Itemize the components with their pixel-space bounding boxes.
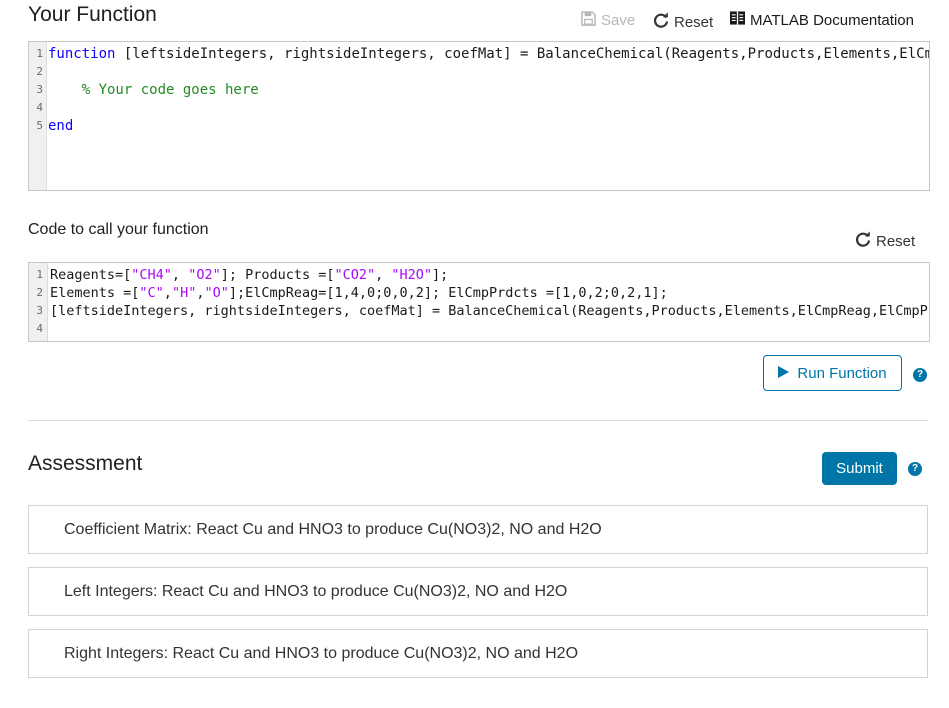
section-divider — [28, 420, 928, 421]
code-line: 3 [leftsideIntegers, rightsideIntegers, c… — [29, 302, 929, 320]
code-string: "CO2" — [334, 267, 376, 283]
code-token: Reagents=[ — [50, 267, 132, 283]
code-line: 2 — [29, 63, 929, 81]
test-label: Right Integers: React Cu and HNO3 to pro… — [64, 644, 579, 662]
test-label: Coefficient Matrix: React Cu and HNO3 to… — [64, 520, 602, 538]
code-line: 1 function [leftsideIntegers, rightsideIn… — [29, 45, 929, 63]
code-keyword: end — [48, 118, 74, 134]
function-reset-button[interactable]: Reset — [653, 12, 713, 32]
documentation-label: MATLAB Documentation — [750, 11, 914, 29]
call-code-lines: 1 Reagents=["CH4", "O2"]; Products =["CO2… — [29, 266, 929, 338]
code-token: , — [171, 267, 189, 283]
line-number: 4 — [36, 322, 43, 335]
code-keyword: function — [48, 46, 116, 62]
code-token: , — [375, 267, 392, 283]
code-text: function [leftsideIntegers, rightsideInt… — [48, 45, 930, 63]
assessment-title: Assessment — [28, 452, 143, 475]
line-number: 4 — [36, 101, 43, 114]
code-token: Elements =[ — [50, 285, 140, 301]
call-section-title: Code to call your function — [28, 221, 209, 238]
code-comment: % Your code goes here — [81, 82, 259, 98]
play-icon — [778, 365, 790, 382]
code-string: "CH4" — [131, 267, 172, 283]
function-code-editor[interactable]: 1 function [leftsideIntegers, rightsideIn… — [28, 41, 930, 191]
code-line: 3 % Your code goes here — [29, 81, 929, 99]
function-section-title: Your Function — [28, 3, 157, 26]
test-label: Left Integers: React Cu and HNO3 to prod… — [64, 582, 568, 600]
code-token: ]; — [432, 267, 449, 283]
code-token: [leftsideIntegers, rightsideIntegers, co… — [123, 46, 930, 62]
line-number: 1 — [36, 268, 43, 281]
code-line: 2 Elements =["C","H","O"];ElCmpReag=[1,4,… — [29, 284, 929, 302]
save-label: Save — [601, 12, 636, 29]
code-string: "O2" — [188, 267, 221, 283]
code-token: , — [163, 285, 172, 301]
code-line: 5 end — [29, 117, 929, 135]
test-row-left-integers[interactable]: Left Integers: React Cu and HNO3 to prod… — [28, 567, 928, 616]
code-line: 1 Reagents=["CH4", "O2"]; Products =["CO2… — [29, 266, 929, 284]
run-function-button[interactable]: Run Function — [763, 355, 902, 391]
function-code-lines: 1 function [leftsideIntegers, rightsideIn… — [29, 45, 929, 135]
submit-button[interactable]: Submit — [822, 452, 897, 485]
code-token: [leftsideIntegers, rightsideIntegers, co… — [50, 303, 930, 319]
code-line: 4 — [29, 99, 929, 117]
test-row-coefficient-matrix[interactable]: Coefficient Matrix: React Cu and HNO3 to… — [28, 505, 928, 554]
code-string: "C" — [139, 285, 164, 301]
book-icon — [730, 11, 745, 29]
run-function-label: Run Function — [797, 364, 887, 382]
reset-label: Reset — [876, 232, 916, 250]
code-string: "H" — [171, 285, 197, 301]
line-number: 1 — [36, 47, 43, 60]
save-icon — [581, 11, 596, 30]
code-token: ];ElCmpReag=[1,4,0;0,0,2]; ElCmpPrdcts =… — [228, 285, 668, 301]
code-line: 4 — [29, 320, 929, 338]
code-text: % Your code goes here — [48, 81, 259, 99]
code-text: end — [48, 117, 73, 135]
line-number: 2 — [36, 65, 43, 78]
code-text: Reagents=["CH4", "O2"]; Products =["CO2"… — [50, 266, 448, 284]
code-text: Elements =["C","H","O"];ElCmpReag=[1,4,0… — [50, 284, 668, 302]
code-string: "O" — [204, 285, 229, 301]
call-code-editor[interactable]: 1 Reagents=["CH4", "O2"]; Products =["CO2… — [28, 262, 930, 342]
test-row-right-integers[interactable]: Right Integers: React Cu and HNO3 to pro… — [28, 629, 928, 678]
help-icon[interactable]: ? — [908, 462, 922, 476]
matlab-documentation-link[interactable]: MATLAB Documentation — [730, 11, 914, 29]
help-icon[interactable]: ? — [913, 368, 927, 382]
code-string: "H2O" — [391, 267, 433, 283]
line-number: 5 — [36, 119, 43, 132]
reset-label: Reset — [674, 13, 714, 31]
code-text: [leftsideIntegers, rightsideIntegers, co… — [50, 302, 930, 320]
code-token: ]; Products =[ — [220, 267, 335, 283]
reset-icon — [855, 231, 871, 251]
line-number: 3 — [36, 83, 43, 96]
line-number: 2 — [36, 286, 43, 299]
call-reset-button[interactable]: Reset — [855, 231, 915, 251]
line-number: 3 — [36, 304, 43, 317]
reset-icon — [653, 12, 669, 32]
save-button[interactable]: Save — [581, 11, 635, 30]
